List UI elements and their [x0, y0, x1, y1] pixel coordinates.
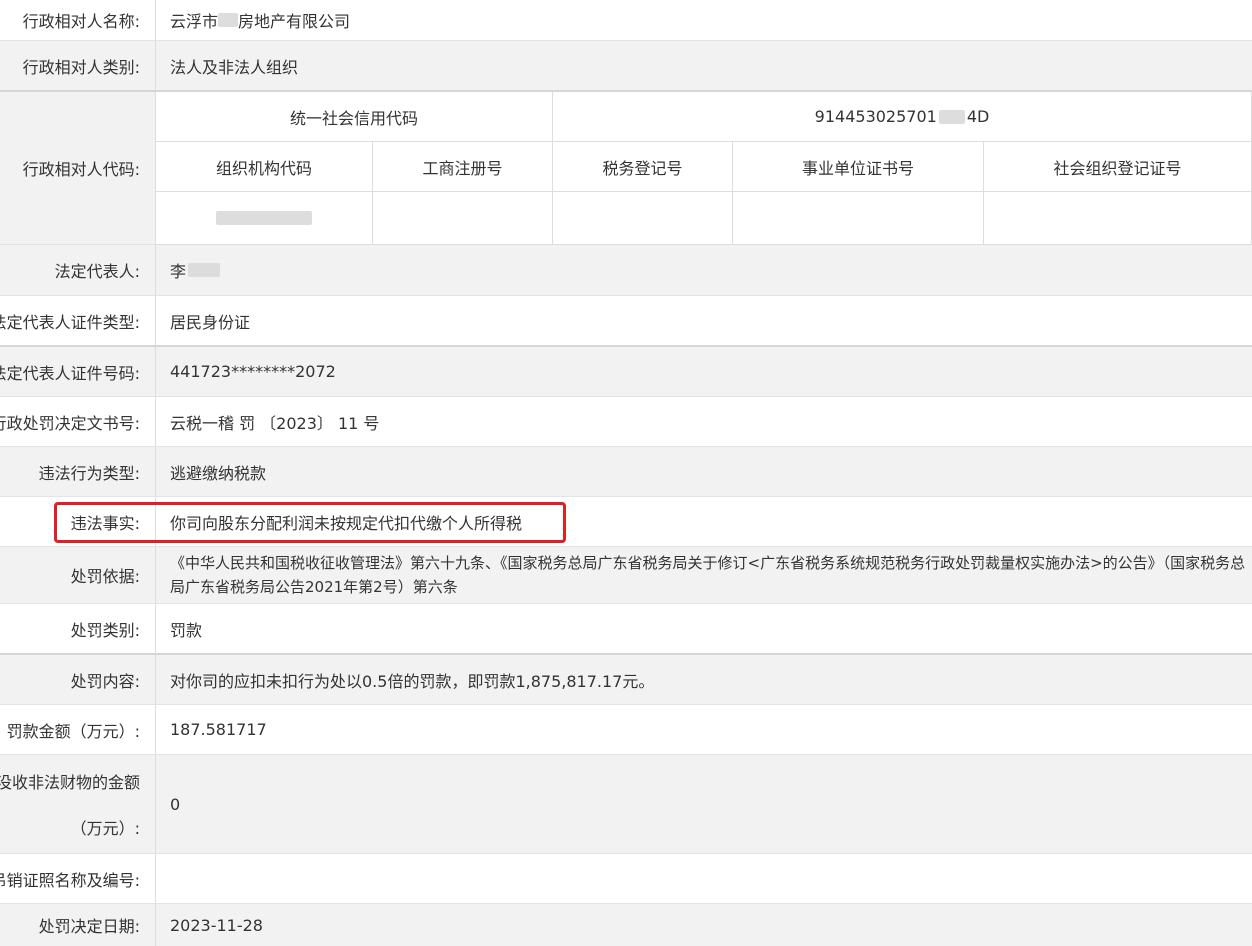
header-tax-reg: 税务登记号: [553, 142, 733, 192]
label-decision-date: 处罚决定日期:: [38, 917, 140, 936]
row-penalty-basis: 处罚依据: 《中华人民共和国税收征收管理法》第六十九条、《国家税务总局广东省税务…: [0, 547, 1252, 604]
code-grid: 统一社会信用代码 914453025701 4D 组织机构代码 工商注册号 税务登…: [156, 92, 1252, 245]
divider: [155, 547, 156, 603]
label-subject-name: 行政相对人名称:: [22, 12, 140, 31]
row-subject-category: 行政相对人类别: 法人及非法人组织: [0, 41, 1252, 92]
value-revoked-license: [170, 854, 1248, 903]
divider: [155, 296, 156, 345]
row-revoked-license: 暂扣或吊销证照名称及编号:: [0, 854, 1252, 904]
value-penalty-basis: 《中华人民共和国税收征收管理法》第六十九条、《国家税务总局广东省税务局关于修订<…: [170, 554, 1246, 596]
legal-rep-surname: 李: [170, 262, 187, 281]
header-org-code: 组织机构代码: [156, 142, 373, 192]
divider: [155, 447, 156, 496]
credit-code-value: 914453025701 4D: [553, 92, 1252, 142]
header-social-org: 社会组织登记证号: [984, 142, 1252, 192]
redacted-mask: [216, 211, 312, 225]
value-penalty-content: 对你司的应扣未扣行为处以0.5倍的罚款，即罚款1,875,817.17元。: [170, 671, 655, 691]
subject-name-prefix: 云浮市: [170, 12, 219, 31]
label-penalty-type: 处罚类别:: [70, 620, 140, 640]
label-confiscation-line1: 没收非法财物的金额: [0, 773, 140, 792]
value-decision-doc-no: 云税一稽 罚 〔2023〕 11 号: [170, 413, 380, 433]
label-fine-amount: 罚款金额（万元）:: [6, 721, 140, 741]
divider: [155, 655, 156, 704]
label-id-type: 法定代表人证件类型:: [0, 312, 140, 332]
label-decision-doc-no: 行政处罚决定文书号:: [0, 413, 140, 433]
value-id-number: 441723********2072: [170, 362, 336, 381]
label-confiscation-line2: （万元）:: [70, 819, 140, 838]
label-confiscation-amount: 没收非法财物的金额 （万元）:: [0, 755, 140, 853]
value-tax-reg: [553, 192, 733, 245]
row-penalty-type: 处罚类别: 罚款: [0, 604, 1252, 655]
value-penalty-type: 罚款: [170, 620, 203, 640]
redacted-mask: [938, 109, 965, 124]
divider: [155, 245, 156, 295]
label-legal-rep: 法定代表人:: [54, 262, 140, 281]
row-penalty-content: 处罚内容: 对你司的应扣未扣行为处以0.5倍的罚款，即罚款1,875,817.1…: [0, 655, 1252, 705]
value-subject-category: 法人及非法人组织: [170, 57, 299, 77]
value-fine-amount: 187.581717: [170, 720, 267, 739]
highlight-box: [54, 502, 566, 543]
divider: [155, 0, 156, 40]
row-decision-date: 处罚决定日期: 2023-11-28: [0, 904, 1252, 946]
label-penalty-content: 处罚内容:: [70, 671, 140, 691]
value-social-org: [984, 192, 1252, 245]
row-subject-code: 行政相对人代码: 统一社会信用代码 914453025701 4D 组织机构代码 …: [0, 92, 1252, 245]
label-revoked-license: 暂扣或吊销证照名称及编号:: [0, 870, 140, 890]
redacted-mask: [218, 13, 239, 27]
value-violation-type: 逃避缴纳税款: [170, 463, 267, 483]
label-violation-type: 违法行为类型:: [38, 463, 140, 483]
row-id-number: 法定代表人证件号码: 441723********2072: [0, 347, 1252, 397]
credit-code-prefix: 914453025701: [814, 107, 937, 126]
label-subject-category: 行政相对人类别:: [22, 57, 140, 77]
value-business-reg: [373, 192, 553, 245]
value-confiscation-amount: 0: [170, 794, 181, 814]
divider: [155, 347, 156, 396]
value-institution-cert: [733, 192, 984, 245]
divider: [155, 854, 156, 903]
row-id-type: 法定代表人证件类型: 居民身份证: [0, 296, 1252, 347]
credit-code-suffix: 4D: [966, 107, 990, 126]
row-confiscation-amount: 没收非法财物的金额 （万元）: 0: [0, 755, 1252, 854]
divider: [155, 397, 156, 446]
header-business-reg: 工商注册号: [373, 142, 553, 192]
subject-name-suffix: 房地产有限公司: [238, 12, 351, 31]
row-legal-rep: 法定代表人: 李: [0, 245, 1252, 296]
divider: [155, 705, 156, 754]
divider: [155, 41, 156, 90]
label-penalty-basis: 处罚依据:: [70, 567, 140, 586]
row-subject-name: 行政相对人名称: 云浮市 房地产有限公司: [0, 0, 1252, 41]
value-decision-date: 2023-11-28: [170, 915, 263, 935]
row-violation-type: 违法行为类型: 逃避缴纳税款: [0, 447, 1252, 497]
credit-code-header: 统一社会信用代码: [156, 92, 553, 142]
label-subject-code: 行政相对人代码:: [22, 160, 140, 179]
divider: [155, 604, 156, 653]
value-org-code: [156, 192, 373, 245]
value-legal-rep: 李: [170, 245, 1248, 295]
value-subject-name: 云浮市 房地产有限公司: [170, 0, 1248, 40]
divider: [155, 904, 156, 946]
row-fine-amount: 罚款金额（万元）: 187.581717: [0, 705, 1252, 755]
row-decision-doc-no: 行政处罚决定文书号: 云税一稽 罚 〔2023〕 11 号: [0, 397, 1252, 447]
label-id-number: 法定代表人证件号码:: [0, 363, 140, 383]
redacted-mask: [188, 263, 221, 277]
divider: [155, 755, 156, 853]
value-id-type: 居民身份证: [170, 312, 251, 332]
header-institution-cert: 事业单位证书号: [733, 142, 984, 192]
